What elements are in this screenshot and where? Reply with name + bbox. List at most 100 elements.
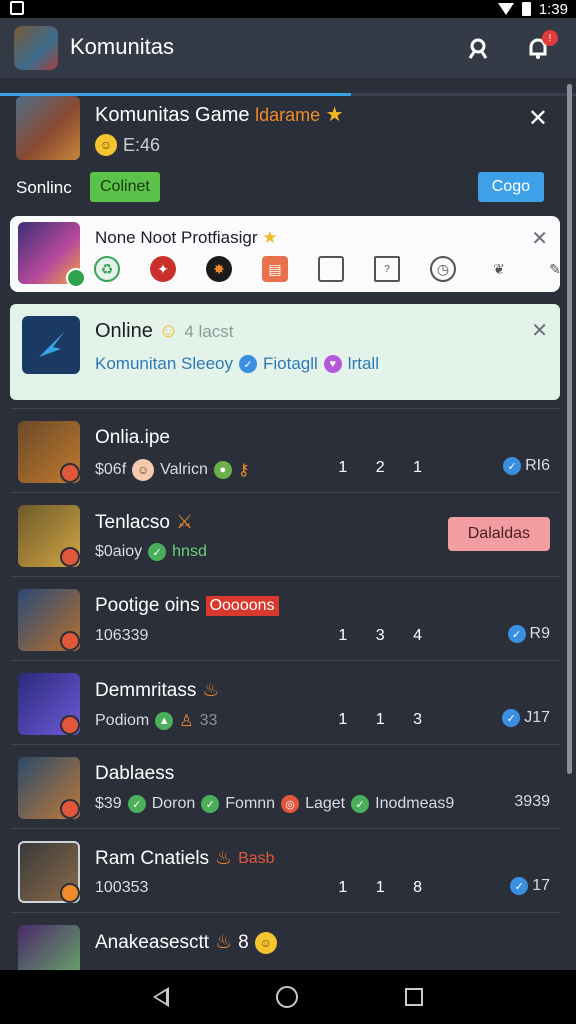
list-item[interactable]: Ram Cnatiels ♨ Basb 100353 1 1 8 ✓ 17: [10, 828, 560, 912]
post-card[interactable]: None Noot Protfiasigr ★ ✕ ♻ ✦ ✸ ▤ ? ◷ ❦ …: [10, 216, 560, 292]
clock-icon[interactable]: ◷: [430, 256, 456, 282]
shield-icon[interactable]: [318, 256, 344, 282]
check-icon: ✓: [201, 795, 220, 813]
community-stats: ☺ E:46: [95, 134, 160, 156]
member-name: Demmritass ♨: [95, 679, 220, 702]
figure-icon: ♙: [179, 713, 194, 730]
feed: Komunitas Game ldarame ★ ☺ E:46 ✕ Sonlin…: [0, 80, 560, 970]
member-meta: 106339: [95, 627, 149, 644]
notification-badge: !: [542, 30, 558, 46]
leaf-icon[interactable]: ❦: [486, 256, 512, 282]
go-button[interactable]: Cogo: [477, 172, 544, 202]
arrow-icon: ▲: [155, 712, 174, 730]
recents-icon[interactable]: [404, 988, 423, 1006]
verified-icon: ✓: [503, 457, 522, 475]
online-card[interactable]: Online ☺ 4 lacst ✕ Komunitan Sleeoy ✓ Fi…: [10, 304, 560, 400]
list-item[interactable]: Onlia.ipe $06f ☺ Valricn ● ⚷ 1 2 1 ✓ RI6: [10, 408, 560, 492]
online-badge-icon: [66, 268, 86, 288]
flame-icon: ♨: [215, 932, 233, 953]
check-icon: ✓: [127, 795, 146, 813]
community-tag: ldarame: [255, 105, 321, 125]
link-fiotagll[interactable]: Fiotagll: [263, 354, 318, 374]
scrollbar[interactable]: [567, 84, 572, 774]
recycle-icon[interactable]: ♻: [94, 256, 120, 282]
status-bar: 1:39: [0, 0, 576, 18]
link-lrtall[interactable]: lrtall: [348, 354, 379, 374]
list-item[interactable]: Pootige oins Ooooons 106339 1 3 4 ✓ R9: [10, 576, 560, 660]
member-stats: 1 1 3: [338, 711, 434, 728]
status-pill[interactable]: Colinet: [90, 172, 160, 202]
battery-icon: [521, 2, 531, 16]
member-name: Onlia.ipe: [95, 427, 170, 448]
online-card-links: Komunitan Sleeoy ✓ Fiotagll ♥ lrtall: [95, 354, 379, 374]
badge-icon: [60, 715, 80, 735]
notifications-button[interactable]: !: [522, 30, 558, 64]
member-meta: $0aioy ✓ hnsd: [95, 543, 207, 561]
member-name: Anakeasesctt ♨ 8 ☺: [95, 931, 277, 954]
app-title: Komunitas: [70, 34, 174, 59]
person-icon: [468, 38, 488, 59]
status-label: Sonlinc: [16, 178, 72, 197]
face-icon: ☺: [132, 459, 155, 481]
member-name: Ram Cnatiels ♨ Basb: [95, 847, 275, 870]
member-meta: $39 ✓ Doron ✓ Fomnn ◎ Laget ✓ Inodmeas9: [95, 795, 455, 813]
online-card-title: Online ☺ 4 lacst: [95, 320, 234, 342]
list-item[interactable]: Tenlacso ⚔ $0aioy ✓ hnsd Dalaldas: [10, 492, 560, 576]
key-icon: ⚷: [237, 462, 250, 479]
profile-button[interactable]: [462, 32, 494, 64]
member-name: Pootige oins Ooooons: [95, 595, 279, 617]
pen-icon[interactable]: ✎: [542, 256, 560, 282]
emoji-icon: ☺: [158, 320, 179, 342]
star-icon: ★: [262, 228, 278, 247]
mask-icon[interactable]: ✦: [150, 256, 176, 282]
member-name: Tenlacso ⚔: [95, 511, 194, 534]
app-bar: Komunitas !: [0, 18, 576, 96]
clock: 1:39: [538, 0, 568, 18]
member-count: ✓ J17: [502, 709, 550, 727]
member-meta: $06f ☺ Valricn ● ⚷: [95, 459, 250, 481]
list-item[interactable]: Demmritass ♨ Podiom ▲ ♙ 33 1 1 3 ✓ J17: [10, 660, 560, 744]
close-icon[interactable]: ✕: [531, 226, 548, 251]
heart-icon: ♥: [323, 355, 342, 373]
close-icon[interactable]: ✕: [528, 104, 548, 133]
system-nav-bar: [0, 970, 576, 1024]
post-title: None Noot Protfiasigr ★: [95, 228, 278, 247]
status-badge: Ooooons: [205, 596, 279, 616]
flame-icon: ♨: [202, 680, 220, 701]
check-icon: ✓: [148, 543, 167, 561]
target-icon: ◎: [281, 795, 300, 813]
member-count: ✓ 17: [510, 877, 550, 895]
member-meta: Podiom ▲ ♙ 33: [95, 712, 218, 730]
fire-icon[interactable]: ✸: [206, 256, 232, 282]
community-title: Komunitas Game ldarame ★: [95, 104, 344, 126]
member-stats: 1 2 1: [338, 459, 434, 476]
check-icon: ✓: [351, 795, 370, 813]
verified-icon: ✓: [502, 709, 521, 727]
member-stats: 1 1 8: [338, 879, 434, 896]
wifi-icon: [497, 3, 514, 15]
reaction-bar: ♻ ✦ ✸ ▤ ? ◷ ❦ ✎: [94, 256, 560, 282]
back-icon[interactable]: [153, 987, 170, 1007]
sword-icon: ⚔: [176, 512, 194, 533]
community-avatar[interactable]: [16, 96, 80, 160]
square-icon[interactable]: ?: [374, 256, 400, 282]
gift-icon[interactable]: ▤: [262, 256, 288, 282]
member-count: ✓ R9: [507, 625, 550, 643]
close-icon[interactable]: ✕: [531, 318, 548, 343]
emoji-icon: ☺: [254, 931, 277, 954]
badge-icon: [60, 463, 80, 483]
member-avatar: [18, 925, 80, 970]
link-komunitan[interactable]: Komunitan Sleeoy: [95, 354, 233, 374]
flame-icon: ♨: [215, 848, 233, 869]
member-name: Dablaess: [95, 763, 175, 784]
list-item[interactable]: Anakeasesctt ♨ 8 ☺: [10, 912, 560, 970]
home-icon[interactable]: [275, 986, 298, 1008]
member-count: ✓ RI6: [503, 457, 550, 475]
details-button[interactable]: Dalaldas: [447, 517, 550, 551]
badge-icon: [60, 799, 80, 819]
smile-icon: ☺: [95, 134, 117, 156]
badge-icon: [60, 547, 80, 567]
list-item[interactable]: Dablaess $39 ✓ Doron ✓ Fomnn ◎ Laget ✓ Inodm…: [10, 744, 560, 828]
medal-icon: ●: [213, 461, 232, 479]
star-icon: ★: [325, 104, 344, 126]
